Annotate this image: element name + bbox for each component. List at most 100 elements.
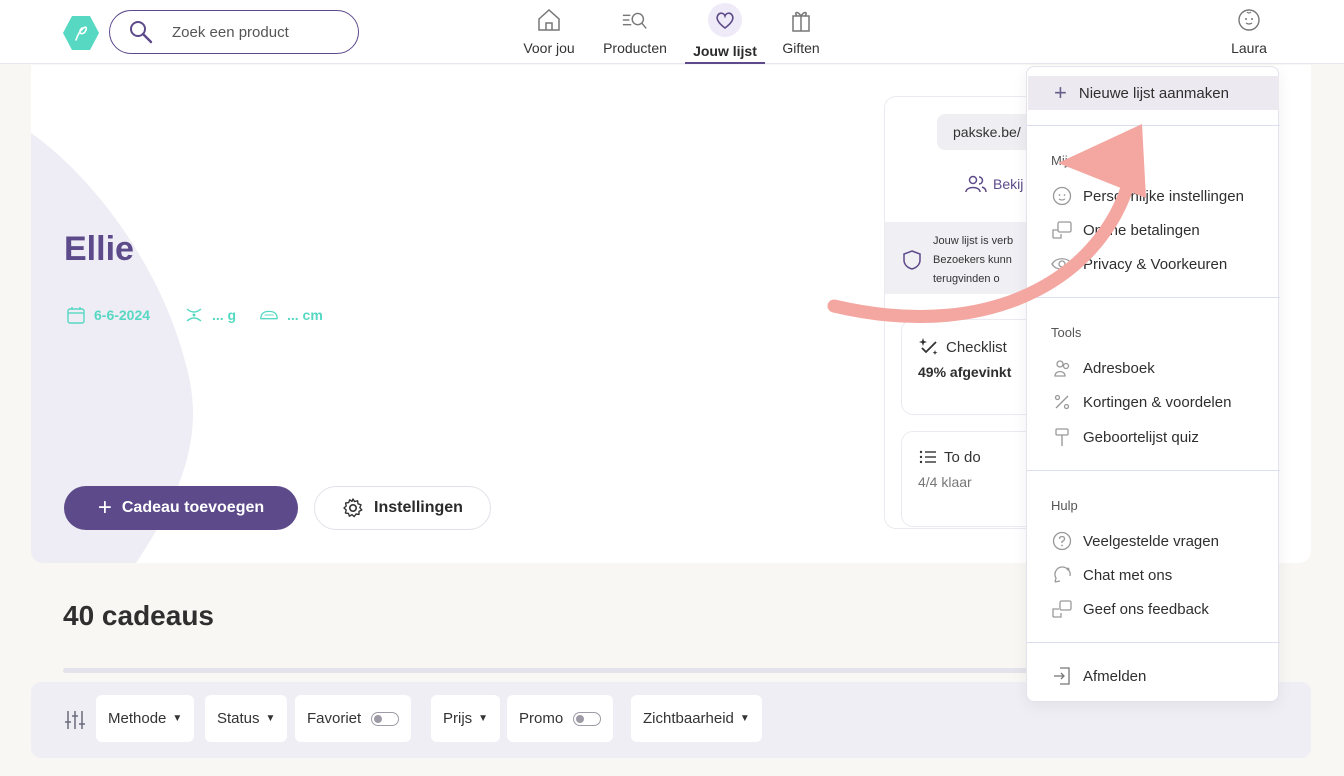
menu-personal-settings[interactable]: Persoonlijke instellingen (1051, 184, 1244, 208)
signpost-icon (1051, 426, 1073, 448)
favorite-toggle[interactable] (371, 711, 400, 726)
privacy-text-2: Bezoekers kunn (933, 254, 1012, 266)
nav-label: Voor jou (523, 40, 575, 56)
menu-address-book-label: Adresboek (1083, 359, 1155, 377)
logo-icon[interactable] (62, 14, 100, 52)
calendar-icon (67, 307, 85, 324)
length-value: ... cm (287, 307, 323, 323)
menu-divider (1027, 297, 1280, 298)
gear-icon (343, 498, 363, 518)
sparkle-check-icon (919, 338, 938, 355)
avatar-icon (1235, 6, 1263, 34)
view-list-link[interactable]: Bekij (965, 175, 1023, 193)
nav-label: Giften (782, 40, 820, 56)
menu-divider (1027, 125, 1280, 126)
menu-divider (1027, 642, 1280, 643)
active-tab-indicator (685, 62, 765, 64)
scale-icon (186, 308, 202, 322)
chat-icon (1051, 564, 1073, 586)
percent-icon (1051, 391, 1073, 413)
filter-status-label: Status (217, 710, 260, 727)
menu-feedback-label: Geef ons feedback (1083, 600, 1209, 618)
filter-favorite[interactable]: Favoriet (295, 695, 412, 742)
chevron-down-icon: ▼ (265, 713, 276, 724)
logout-icon (1051, 665, 1073, 687)
question-icon (1051, 530, 1073, 552)
nav-label: Jouw lijst (693, 43, 757, 59)
nav-voor-jou[interactable]: Voor jou (521, 0, 577, 64)
menu-address-book[interactable]: Adresboek (1051, 356, 1155, 380)
promo-toggle[interactable] (573, 711, 602, 726)
product-search-icon (621, 6, 649, 34)
search-input[interactable]: Zoek een product (109, 10, 359, 54)
settings-label: Instellingen (374, 499, 463, 516)
heart-list-icon (708, 3, 742, 37)
menu-chat[interactable]: Chat met ons (1051, 563, 1172, 587)
help-section-title: Hulp (1051, 498, 1078, 513)
nav-giften[interactable]: Giften (780, 0, 822, 64)
filter-method-label: Methode (108, 710, 167, 727)
menu-chat-label: Chat met ons (1083, 566, 1173, 584)
user-name: Laura (1231, 40, 1267, 56)
menu-faq[interactable]: Veelgestelde vragen (1051, 529, 1219, 553)
feedback-icon (1051, 598, 1073, 620)
weight: ... g (184, 305, 236, 325)
filter-visibility-label: Zichtbaarheid (643, 710, 734, 727)
privacy-text-3: terugvinden o (933, 273, 1000, 285)
chevron-down-icon: ▼ (172, 713, 183, 724)
add-gift-label: Cadeau toevoegen (121, 499, 265, 516)
user-dropdown-menu: + Nieuwe lijst aanmaken Mijn account Per… (1026, 66, 1280, 702)
menu-privacy-label: Privacy & Voorkeuren (1083, 255, 1228, 273)
filter-promo-label: Promo (519, 710, 564, 727)
list-icon (919, 450, 936, 464)
new-list-label: Nieuwe lijst aanmaken (1078, 84, 1229, 102)
filter-sliders-icon[interactable] (64, 709, 86, 731)
menu-logout-label: Afmelden (1083, 667, 1147, 685)
filter-method[interactable]: Methode ▼ (96, 695, 195, 742)
account-section-title: Mijn account (1051, 153, 1124, 168)
new-list-button[interactable]: + Nieuwe lijst aanmaken (1028, 76, 1279, 110)
filter-promo[interactable]: Promo (507, 695, 614, 742)
view-list-label: Bekij (993, 176, 1024, 192)
checklist-title: Checklist (946, 338, 1007, 356)
smiley-icon (1051, 185, 1073, 207)
plus-icon: + (1054, 80, 1067, 105)
users-icon (965, 175, 987, 193)
filter-price-label: Prijs (443, 710, 473, 727)
menu-logout[interactable]: Afmelden (1051, 664, 1146, 688)
gift-count: 40 cadeaus (63, 600, 214, 631)
chevron-down-icon: ▼ (739, 713, 750, 724)
todo-title: To do (944, 448, 981, 466)
menu-online-payments[interactable]: Online betalingen (1051, 218, 1200, 242)
filter-favorite-label: Favoriet (307, 710, 362, 727)
menu-online-payments-label: Online betalingen (1083, 221, 1200, 239)
menu-discounts[interactable]: Kortingen & voordelen (1051, 390, 1231, 414)
top-bar: Zoek een product Voor jou Producten Jouw… (0, 0, 1344, 64)
todo-progress: 4/4 klaar (918, 474, 972, 490)
menu-quiz-label: Geboortelijst quiz (1083, 428, 1199, 446)
nav-producten[interactable]: Producten (600, 0, 670, 64)
filter-status[interactable]: Status ▼ (205, 695, 288, 742)
user-menu[interactable]: Laura (1228, 0, 1270, 64)
gift-icon (787, 6, 815, 34)
menu-quiz[interactable]: Geboortelijst quiz (1051, 425, 1199, 449)
shield-icon (903, 250, 921, 270)
plus-icon: + (97, 494, 112, 521)
nav-label: Producten (603, 40, 667, 56)
nav-jouw-lijst[interactable]: Jouw lijst (685, 0, 765, 64)
birth-date: 6-6-2024 (66, 305, 150, 325)
length: ... cm (259, 305, 323, 325)
filter-price[interactable]: Prijs ▼ (431, 695, 501, 742)
menu-personal-settings-label: Persoonlijke instellingen (1083, 187, 1244, 205)
filter-visibility[interactable]: Zichtbaarheid ▼ (631, 695, 762, 742)
chevron-down-icon: ▼ (478, 713, 489, 724)
address-book-icon (1051, 357, 1073, 379)
search-icon (128, 19, 154, 45)
add-gift-button[interactable]: + Cadeau toevoegen (64, 486, 298, 530)
birth-date-value: 6-6-2024 (94, 307, 151, 323)
ruler-icon (260, 310, 278, 320)
menu-privacy[interactable]: Privacy & Voorkeuren (1051, 252, 1227, 276)
menu-feedback[interactable]: Geef ons feedback (1051, 597, 1209, 621)
weight-value: ... g (212, 307, 237, 323)
settings-button[interactable]: Instellingen (314, 486, 491, 530)
